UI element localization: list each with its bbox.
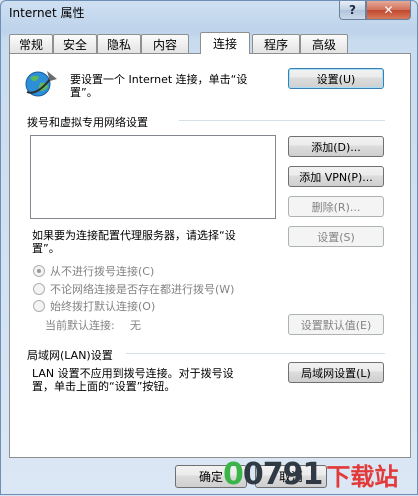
- tab-label: 安全: [62, 37, 87, 52]
- set-default-button[interactable]: 设置默认值(E): [288, 314, 384, 335]
- radio-label: 始终拨打默认连接(O): [50, 299, 156, 313]
- tab-programs[interactable]: 程序: [252, 34, 300, 53]
- proxy-description-line1: 如果要为连接配置代理服务器，请选择“设: [32, 229, 236, 242]
- proxy-description-line2: 置”。: [32, 242, 60, 255]
- radio-never-dial[interactable]: 从不进行拨号连接(C): [33, 263, 154, 278]
- tab-label: 连接: [212, 37, 237, 51]
- tab-content[interactable]: 内容: [141, 34, 189, 53]
- tab-connections[interactable]: 连接: [200, 32, 250, 54]
- tab-privacy[interactable]: 隐私: [97, 34, 141, 53]
- radio-indicator: [33, 282, 45, 295]
- tab-label: 常规: [18, 37, 43, 52]
- close-icon: ✕: [383, 3, 394, 17]
- internet-globe-icon: [25, 71, 57, 97]
- lan-description-line2: 置，单击上面的“设置”按钮。: [32, 380, 176, 393]
- help-icon: ?: [349, 3, 356, 17]
- tab-label: 程序: [263, 37, 288, 52]
- radio-indicator: [33, 264, 45, 277]
- watermark-text: 下载站: [326, 463, 399, 491]
- watermark-logo: 00791: [223, 457, 323, 492]
- title-bar[interactable]: Internet 属性 ? ✕: [1, 1, 417, 29]
- dialup-settings-button[interactable]: 设置(S): [288, 226, 384, 247]
- dialup-vpn-heading: 拨号和虚拟专用网络设置: [27, 116, 148, 129]
- tab-label: 高级: [311, 37, 336, 52]
- radio-always-dial-default[interactable]: 始终拨打默认连接(O): [33, 298, 155, 313]
- current-default-value: 无: [130, 319, 141, 332]
- site-watermark: 00791 下载站: [223, 453, 418, 496]
- divider: [179, 120, 385, 121]
- close-button[interactable]: ✕: [366, 1, 411, 20]
- add-button[interactable]: 添加(D)...: [288, 136, 384, 157]
- lan-heading: 局域网(LAN)设置: [27, 349, 113, 362]
- setup-button[interactable]: 设置(U): [288, 68, 384, 89]
- help-button[interactable]: ?: [339, 1, 366, 20]
- add-vpn-button[interactable]: 添加 VPN(P)...: [288, 166, 384, 187]
- radio-label: 不论网络连接是否存在都进行拨号(W): [50, 282, 235, 296]
- radio-label: 从不进行拨号连接(C): [50, 264, 155, 278]
- tab-general[interactable]: 常规: [9, 34, 53, 53]
- lan-settings-button[interactable]: 局域网设置(L): [288, 362, 384, 383]
- connections-list[interactable]: [30, 135, 276, 219]
- radio-dial-whenever[interactable]: 不论网络连接是否存在都进行拨号(W): [33, 281, 234, 296]
- window-title: Internet 属性: [9, 6, 85, 20]
- remove-button[interactable]: 删除(R)...: [288, 196, 384, 217]
- tab-label: 隐私: [106, 37, 131, 52]
- lan-description-line1: LAN 设置不应用到拨号连接。对于拨号设: [32, 367, 234, 380]
- setup-description-line1: 要设置一个 Internet 连接，单击“设: [70, 73, 248, 86]
- tab-security[interactable]: 安全: [53, 34, 97, 53]
- current-default-label: 当前默认连接:: [45, 319, 115, 332]
- tab-label: 内容: [152, 37, 177, 52]
- tab-advanced[interactable]: 高级: [300, 34, 348, 53]
- internet-properties-dialog: Internet 属性 ? ✕ 常规 安全 隐私 内容 连接 程序 高级 要设置…: [0, 0, 418, 495]
- setup-description-line2: 置”。: [70, 86, 98, 99]
- divider: [126, 353, 385, 354]
- radio-indicator: [33, 299, 45, 312]
